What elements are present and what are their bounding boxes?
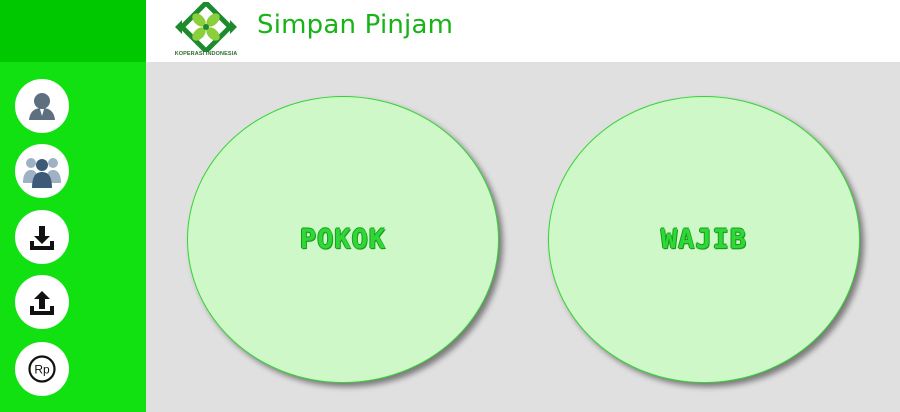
sidebar-item-user[interactable]	[15, 79, 69, 133]
header: KOPERASI INDONESIA Simpan Pinjam	[146, 0, 900, 62]
rupiah-icon: Rp	[28, 355, 56, 383]
wajib-label: WAJIB	[660, 224, 748, 255]
sidebar-item-rupiah[interactable]: Rp	[15, 342, 69, 396]
sidebar-header	[0, 0, 146, 62]
koperasi-logo-mark	[175, 0, 237, 55]
sidebar-item-withdraw[interactable]	[15, 275, 69, 329]
koperasi-logo: KOPERASI INDONESIA	[171, 0, 241, 60]
sidebar: Rp	[0, 62, 146, 412]
download-icon	[30, 226, 54, 250]
pokok-label: POKOK	[299, 224, 387, 255]
group-icon	[23, 158, 61, 188]
svg-text:Rp: Rp	[34, 363, 50, 377]
sidebar-item-members[interactable]	[15, 144, 69, 198]
main-content: POKOK WAJIB	[146, 62, 900, 412]
user-icon	[29, 93, 55, 120]
upload-icon	[30, 291, 54, 315]
logo-caption: KOPERASI INDONESIA	[174, 51, 238, 57]
pokok-button[interactable]: POKOK	[187, 96, 499, 383]
sidebar-item-deposit[interactable]	[15, 210, 69, 264]
wajib-button[interactable]: WAJIB	[548, 96, 860, 383]
page-title: Simpan Pinjam	[257, 10, 454, 40]
